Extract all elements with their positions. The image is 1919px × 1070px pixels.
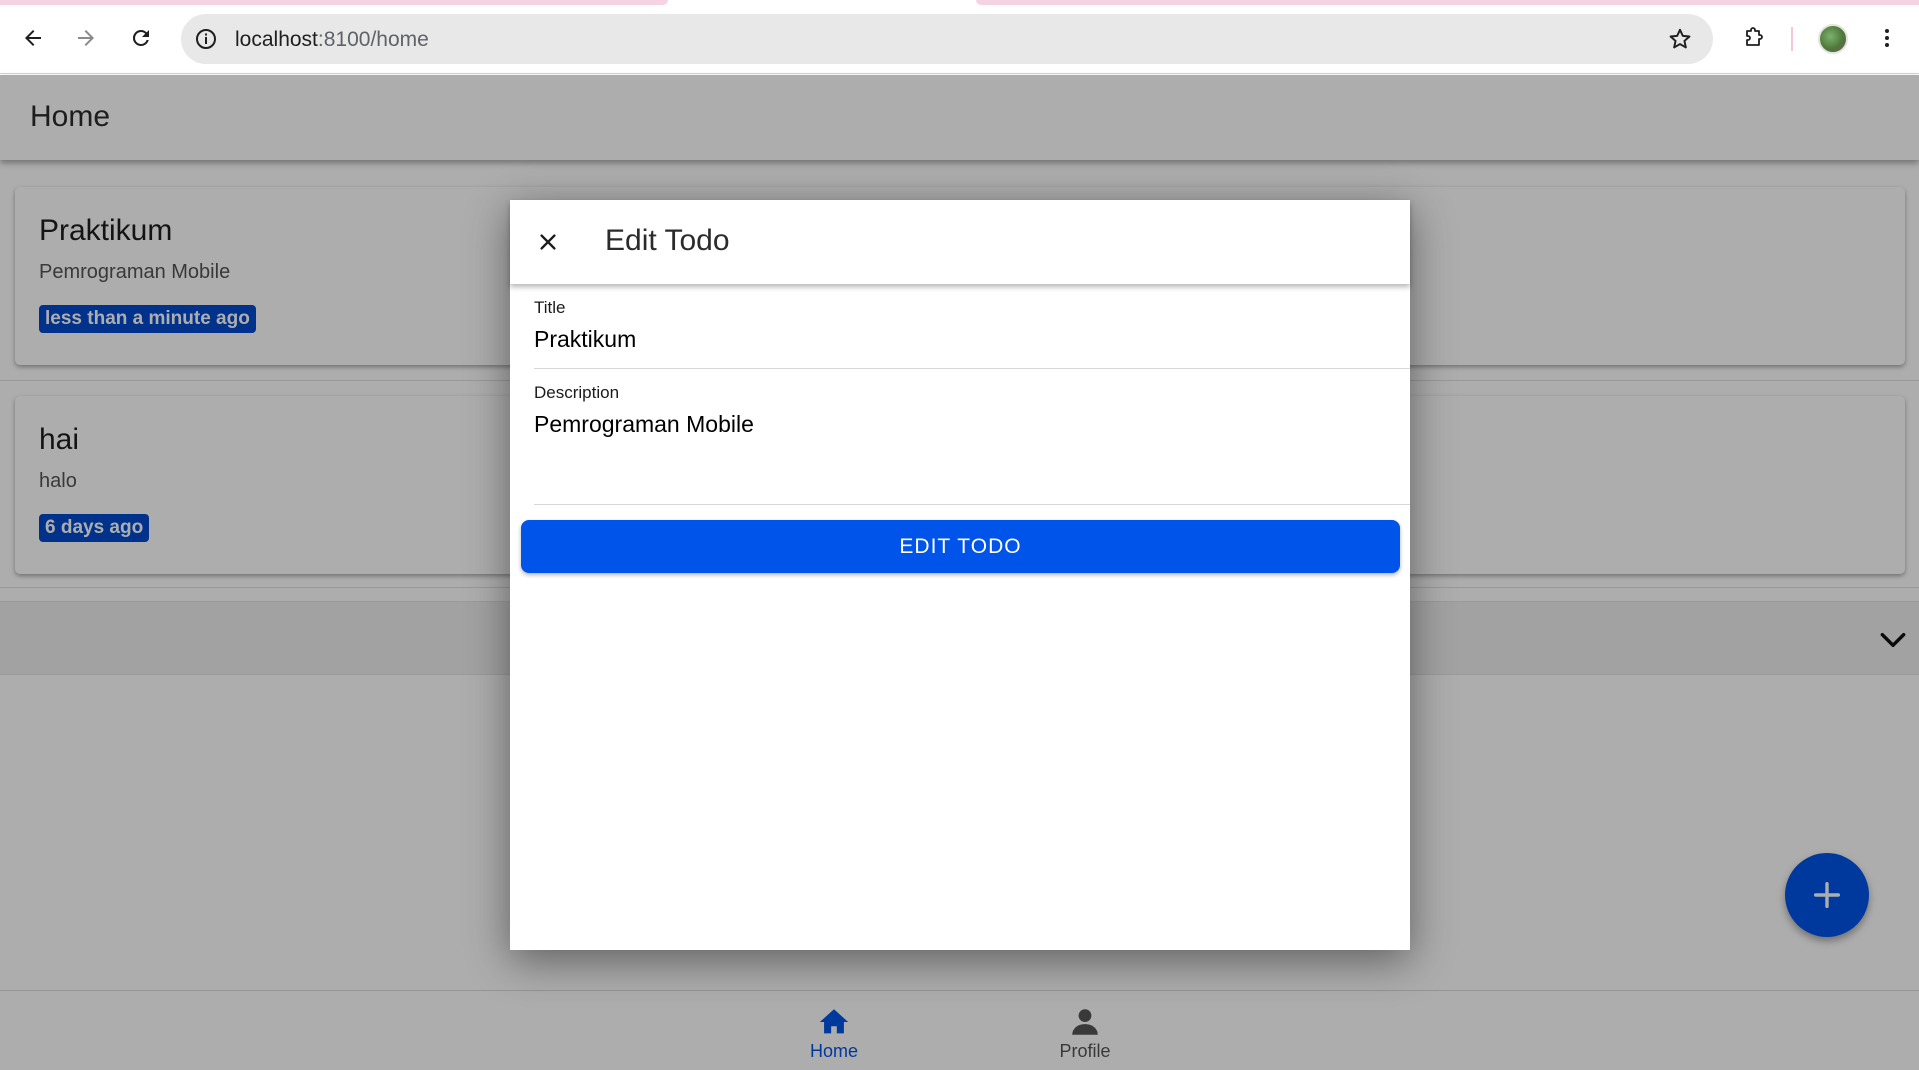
reload-button[interactable] [122, 19, 160, 57]
arrow-right-icon [78, 30, 94, 46]
close-button[interactable] [532, 226, 564, 258]
url-text[interactable]: localhost:8100/home [235, 28, 429, 52]
info-icon[interactable] [193, 26, 219, 52]
back-button[interactable] [14, 19, 52, 57]
modal-title: Edit Todo [605, 224, 730, 257]
description-input[interactable]: Pemrograman Mobile [534, 405, 1394, 475]
tabstrip-edge-left [0, 0, 668, 5]
title-input[interactable] [534, 320, 1394, 359]
profile-avatar[interactable] [1818, 24, 1848, 54]
tabstrip-edge-right [976, 0, 1919, 5]
address-bar[interactable]: localhost:8100/home [181, 14, 1713, 64]
browser-toolbar: localhost:8100/home [0, 0, 1919, 74]
description-field: Description Pemrograman Mobile [534, 383, 1410, 505]
reload-icon [132, 29, 149, 46]
kebab-menu-icon [1885, 29, 1889, 47]
modal-header: Edit Todo [510, 200, 1410, 284]
title-field: Title [534, 298, 1410, 369]
url-path: :8100/home [317, 28, 429, 51]
puzzle-icon [1746, 27, 1763, 46]
toolbar-divider [1791, 27, 1793, 51]
description-label: Description [534, 383, 620, 402]
title-label: Title [534, 298, 566, 317]
forward-button[interactable] [67, 19, 105, 57]
close-icon [540, 234, 556, 250]
extensions-button[interactable] [1735, 19, 1773, 57]
browser-menu-button[interactable] [1868, 19, 1906, 57]
edit-todo-modal: Edit Todo Title Description Pemrograman … [510, 200, 1410, 950]
arrow-left-icon [25, 30, 41, 46]
url-host: localhost [235, 28, 318, 51]
edit-todo-button[interactable]: EDIT TODO [521, 520, 1400, 573]
star-icon[interactable] [1667, 26, 1693, 52]
